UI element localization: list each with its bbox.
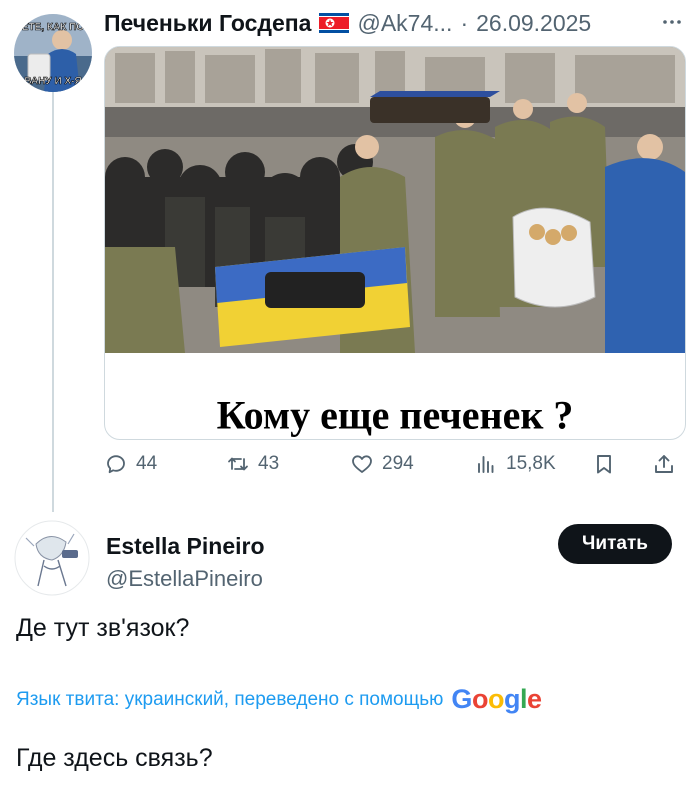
translation-note[interactable]: Язык твита: украинский, переведено с пом… (16, 684, 542, 714)
reply-author-handle[interactable]: @EstellaPineiro (106, 566, 263, 592)
google-logo-l: l (519, 684, 528, 714)
google-logo-o2: o (487, 684, 505, 714)
bookmark-icon (597, 455, 611, 474)
views-chart-icon (478, 456, 494, 473)
views-button[interactable]: 15,8K (474, 452, 556, 476)
google-logo-g: G (451, 684, 472, 714)
heart-icon (352, 455, 372, 473)
google-logo: Google (451, 684, 542, 714)
follow-button[interactable]: Читать (558, 524, 672, 564)
tweet-date[interactable]: 26.09.2025 (476, 10, 591, 37)
google-logo-o1: o (471, 684, 489, 714)
reply-count: 44 (136, 453, 158, 474)
like-count: 294 (382, 453, 414, 474)
tweet-actions: 44 43 294 15,8K (104, 452, 684, 480)
avatar-caption-top: ЕТЕ, КАК ПО (22, 22, 84, 33)
media-caption: Кому еще печенек ? (216, 392, 574, 438)
reply-text: Де тут зв'язок? (16, 614, 190, 642)
repost-button[interactable]: 43 (226, 452, 279, 476)
reply-author-name[interactable]: Estella Pineiro (106, 533, 265, 560)
author-avatar[interactable]: ЕТЕ, КАК ПО ВАНУ И Х-Я (14, 14, 92, 92)
reply-author-avatar[interactable] (14, 520, 90, 596)
north-korea-flag-icon (319, 13, 350, 33)
like-button[interactable]: 294 (350, 452, 414, 476)
share-button[interactable] (652, 452, 676, 476)
author-handle[interactable]: @Ak74... (357, 10, 452, 37)
reply-avatar-image (14, 520, 90, 596)
media-card[interactable]: Кому еще печенек ? (104, 46, 686, 440)
google-logo-g2: g (503, 684, 521, 714)
media-photo[interactable] (105, 47, 685, 353)
tweet-header: Печеньки Госдепа @Ak74... · 26.09.2025 (104, 8, 684, 38)
more-options-icon[interactable] (660, 10, 684, 34)
author-avatar-image: ЕТЕ, КАК ПО ВАНУ И Х-Я (14, 14, 92, 92)
author-name[interactable]: Печеньки Госдепа (104, 10, 311, 37)
avatar-caption-bottom: ВАНУ И Х-Я (24, 76, 81, 87)
translation-note-text: Язык твита: украинский, переведено с пом… (16, 688, 444, 710)
meta-separator: · (460, 9, 469, 36)
repost-count: 43 (258, 453, 280, 474)
translated-text: Где здесь связь? (16, 744, 213, 772)
repost-icon (228, 457, 248, 471)
thread-connector-line (52, 92, 54, 512)
views-count: 15,8K (506, 453, 556, 474)
reply-icon (107, 455, 125, 474)
google-logo-e: e (526, 684, 542, 714)
reply-button[interactable]: 44 (104, 452, 157, 476)
bookmark-button[interactable] (592, 452, 616, 476)
share-icon (655, 455, 673, 473)
